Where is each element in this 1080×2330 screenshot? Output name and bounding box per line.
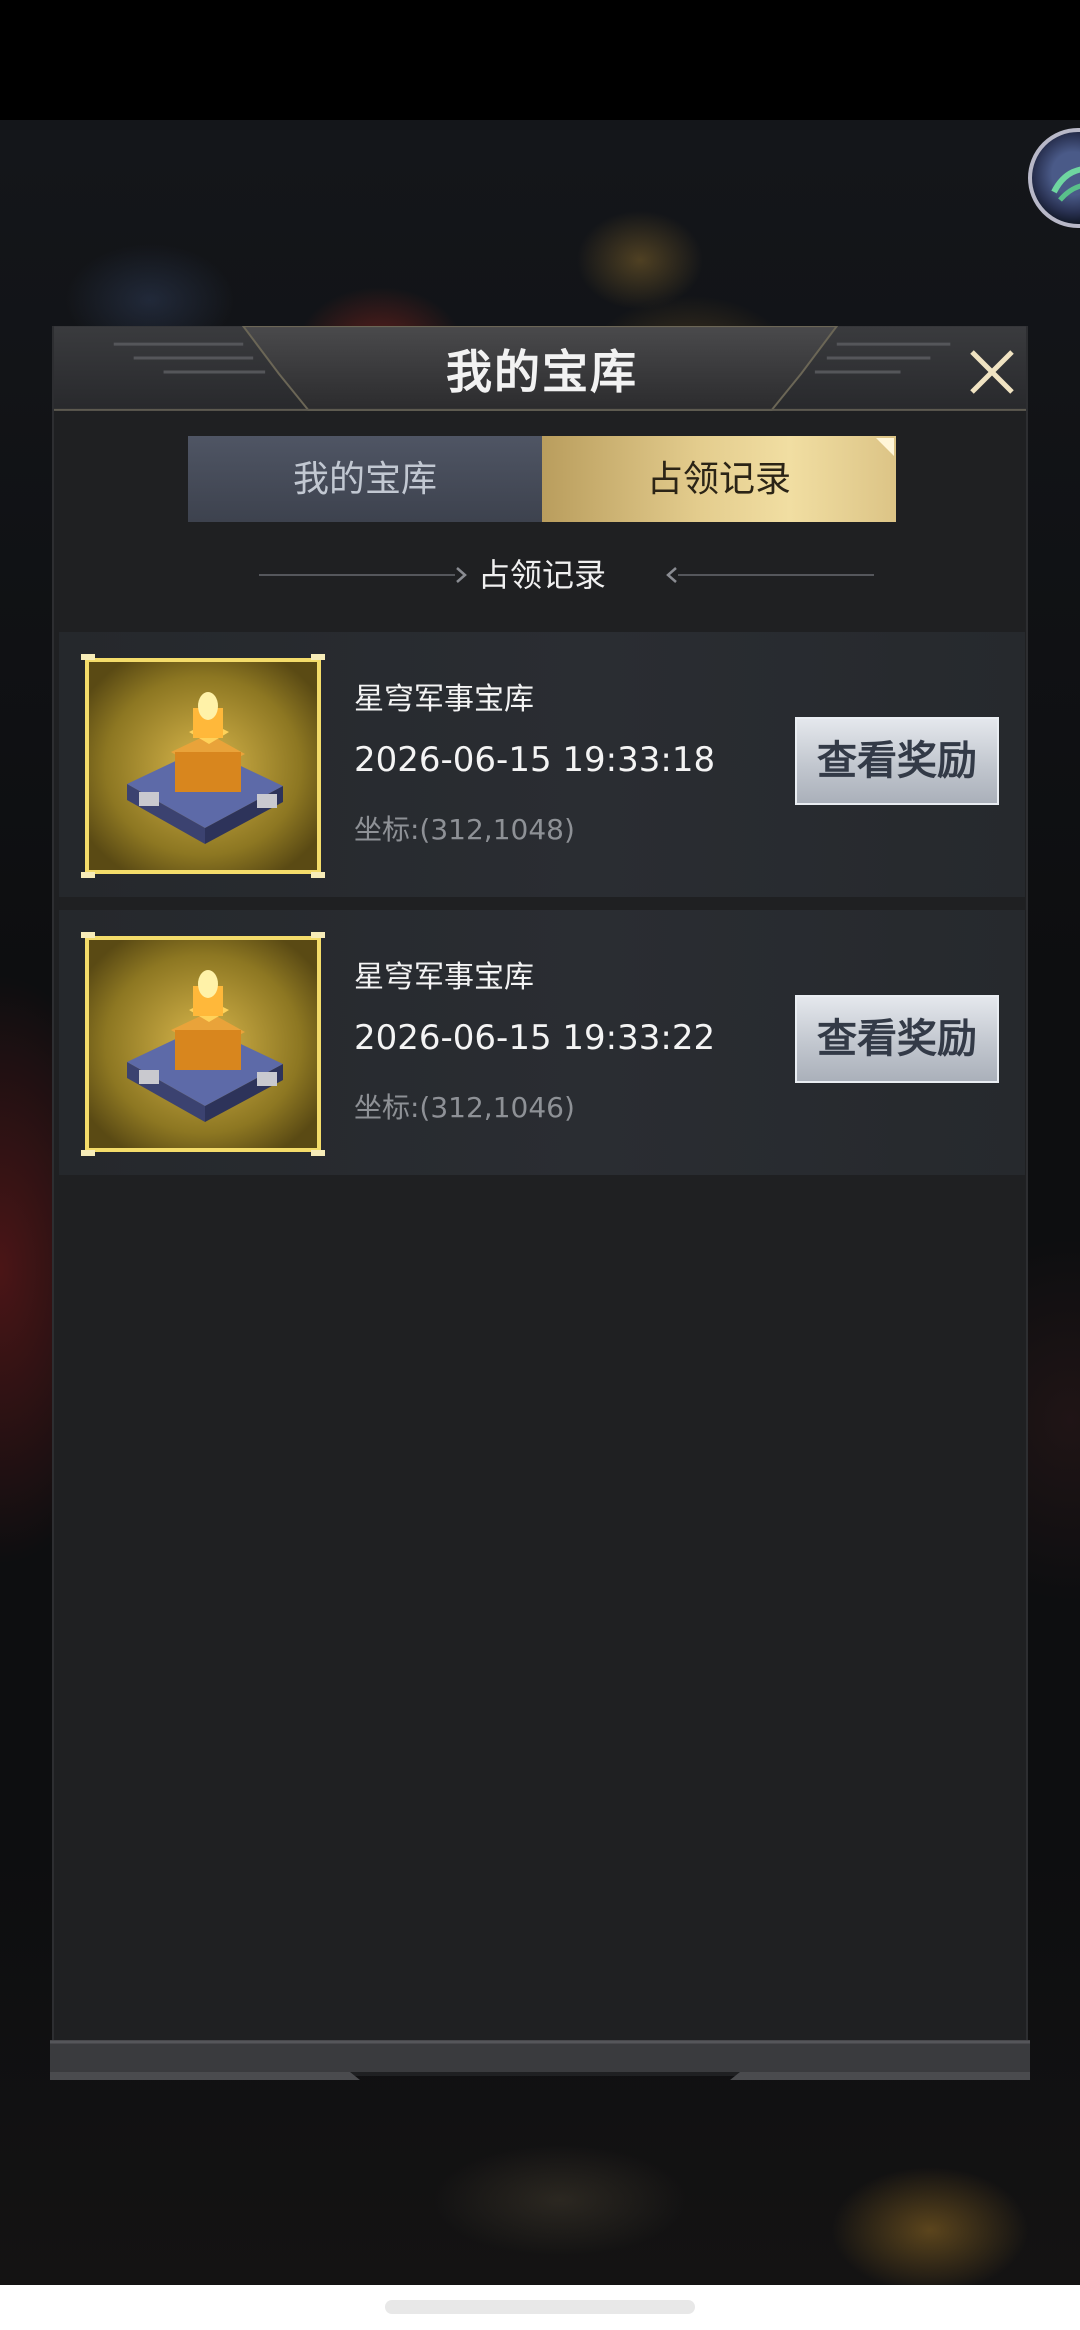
section-heading-label: 占领记录 [477, 556, 606, 594]
view-reward-button[interactable]: 查看奖励 [795, 717, 999, 805]
record-coordinate[interactable]: 坐标:(312,1046) [354, 1086, 575, 1126]
corner-sparkle-icon [876, 438, 894, 456]
close-icon [970, 350, 1014, 394]
home-indicator[interactable] [385, 2300, 695, 2314]
game-screen: 我的宝库 我的宝库 占领记录 占领记录 星穹军事宝库 2026-06-15 19… [0, 0, 1080, 2330]
record-time: 2026-06-15 19:33:22 [354, 1018, 716, 1058]
golden-fortress-icon [81, 654, 325, 878]
close-button[interactable] [964, 344, 1020, 400]
tab-occupation-records-label: 占领记录 [646, 459, 791, 500]
tab-bar: 我的宝库 占领记录 [188, 436, 896, 522]
section-heading: 占领记录 [54, 550, 1030, 600]
tab-my-vault[interactable]: 我的宝库 [188, 436, 542, 522]
list-item: 星穹军事宝库 2026-06-15 19:33:18 坐标:(312,1048)… [59, 632, 1025, 897]
right-arrow-decoration-icon [666, 567, 874, 583]
dialog-bottom-frame [50, 2040, 1030, 2080]
record-name: 星穹军事宝库 [354, 960, 534, 995]
view-reward-button[interactable]: 查看奖励 [795, 995, 999, 1083]
golden-fortress-icon [81, 932, 325, 1156]
dialog-title: 我的宝库 [446, 345, 638, 399]
record-time: 2026-06-15 19:33:18 [354, 740, 716, 780]
list-item: 星穹军事宝库 2026-06-15 19:33:22 坐标:(312,1046)… [59, 910, 1025, 1175]
record-name: 星穹军事宝库 [354, 682, 534, 717]
tab-occupation-records[interactable]: 占领记录 [542, 436, 896, 522]
vault-dialog: 我的宝库 我的宝库 占领记录 占领记录 星穹军事宝库 2026-06-15 19… [52, 326, 1028, 2076]
record-coordinate[interactable]: 坐标:(312,1048) [354, 808, 575, 848]
